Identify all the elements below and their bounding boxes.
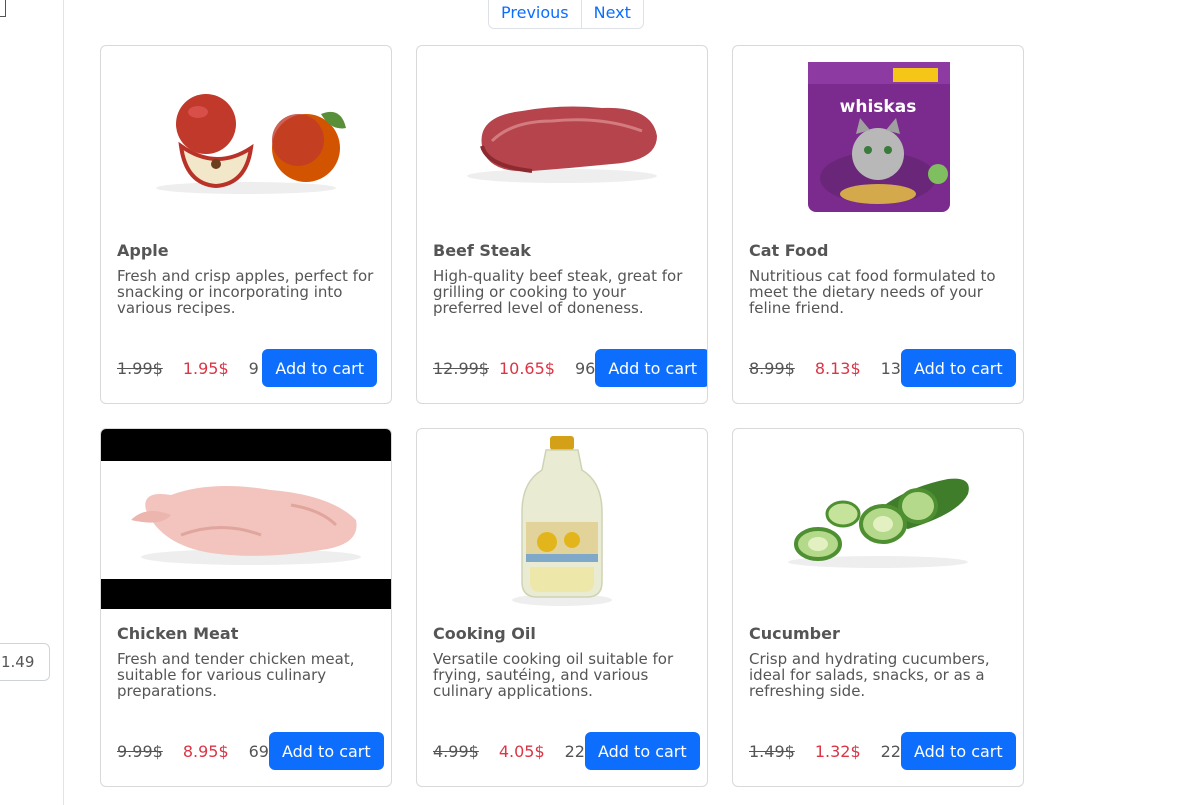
product-card-cooking-oil: Cooking Oil Versatile cooking oil suitab… <box>416 428 708 787</box>
add-to-cart-button[interactable]: Add to cart <box>262 349 377 387</box>
product-footer: 4.99$ 4.05$ 22 Add to cart <box>433 732 700 770</box>
product-name: Chicken Meat <box>117 624 239 643</box>
original-price: 1.49$ <box>749 741 795 761</box>
add-to-cart-button[interactable]: Add to cart <box>584 732 700 770</box>
product-card-beef-steak: Beef Steak High-quality beef steak, grea… <box>416 45 708 404</box>
discount-price: 8.13$ <box>814 358 861 378</box>
product-footer: 8.99$ 8.13$ 13 Add to cart <box>749 349 1016 387</box>
steak-image <box>417 46 707 226</box>
discount-price: 1.95$ <box>182 358 229 378</box>
previous-page-button[interactable]: Previous <box>489 0 581 28</box>
stock-count: 13 <box>880 358 901 378</box>
product-name: Cat Food <box>749 241 829 260</box>
apple-image <box>101 46 391 226</box>
product-name: Cucumber <box>749 624 840 643</box>
product-card-apple: Apple Fresh and crisp apples, perfect fo… <box>100 45 392 404</box>
chicken-image <box>101 429 391 609</box>
original-price: 1.99$ <box>117 358 163 378</box>
discount-price: 8.95$ <box>182 741 229 761</box>
add-to-cart-button[interactable]: Add to cart <box>900 732 1016 770</box>
add-to-cart-button[interactable]: Add to cart <box>595 349 707 387</box>
add-to-cart-button[interactable]: Add to cart <box>268 732 384 770</box>
product-footer: 9.99$ 8.95$ 69 Add to cart <box>117 732 384 770</box>
stock-count: 22 <box>880 741 901 761</box>
next-page-button[interactable]: Next <box>580 0 643 28</box>
product-description: Fresh and crisp apples, perfect for snac… <box>117 267 374 317</box>
discount-price: 4.05$ <box>498 741 545 761</box>
stock-count: 96 <box>574 358 596 378</box>
add-to-cart-button[interactable]: Add to cart <box>900 349 1016 387</box>
cooking-oil-image <box>417 429 707 609</box>
original-price: 4.99$ <box>433 741 479 761</box>
stock-count: 22 <box>564 741 585 761</box>
product-footer: 1.99$ 1.95$ 9 Add to cart <box>117 349 377 387</box>
product-name: Apple <box>117 241 169 260</box>
pagination: Previous Next <box>488 0 644 29</box>
cat-food-image: whiskas <box>733 46 1023 226</box>
product-name: Cooking Oil <box>433 624 536 643</box>
cucumber-image <box>733 429 1023 609</box>
original-price: 8.99$ <box>749 358 795 378</box>
whiskas-logo-text: whiskas <box>840 97 917 117</box>
original-price: 12.99$ <box>433 358 489 378</box>
product-description: High-quality beef steak, great for grill… <box>433 267 683 317</box>
product-name: Beef Steak <box>433 241 531 260</box>
discount-price: 10.65$ <box>498 358 555 378</box>
product-description: Versatile cooking oil suitable for fryin… <box>433 650 674 700</box>
stock-count: 69 <box>248 741 269 761</box>
product-card-cat-food: whiskas Cat Food Nutritious cat food for… <box>732 45 1024 404</box>
product-description: Nutritious cat food formulated to meet t… <box>749 267 996 317</box>
product-footer: 1.49$ 1.32$ 22 Add to cart <box>749 732 1016 770</box>
stock-count: 9 <box>248 358 259 378</box>
sidebar: 1.49 <box>0 0 64 805</box>
discount-price: 1.32$ <box>814 741 861 761</box>
product-card-chicken-meat: Chicken Meat Fresh and tender chicken me… <box>100 428 392 787</box>
product-description: Crisp and hydrating cucumbers, ideal for… <box>749 650 990 700</box>
sidebar-top-box[interactable] <box>0 0 6 17</box>
product-description: Fresh and tender chicken meat, suitable … <box>117 650 355 700</box>
product-card-cucumber: Cucumber Crisp and hydrating cucumbers, … <box>732 428 1024 787</box>
product-footer: 12.99$ 10.65$ 96 Add to cart <box>433 349 707 387</box>
price-input[interactable]: 1.49 <box>0 643 50 681</box>
original-price: 9.99$ <box>117 741 163 761</box>
